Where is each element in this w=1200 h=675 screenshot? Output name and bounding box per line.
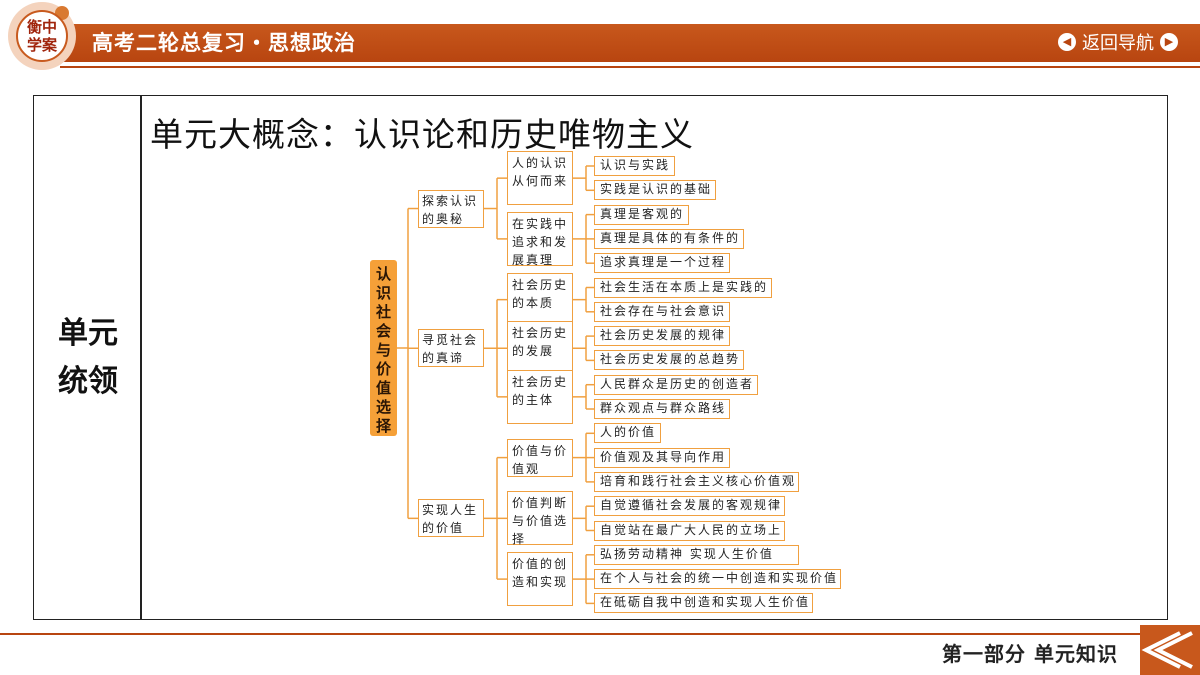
root-char: 与 bbox=[375, 341, 391, 359]
leaf-node: 群众观点与群众路线 bbox=[594, 399, 730, 419]
root-char: 认 bbox=[375, 265, 391, 283]
leaf-node: 实践是认识的基础 bbox=[594, 180, 716, 201]
leaf-node: 自觉站在最广大人民的立场上 bbox=[594, 520, 785, 541]
root-char: 会 bbox=[375, 322, 391, 340]
sub-topic-node: 价值与价值观 bbox=[507, 438, 573, 477]
leaf-node: 真理是客观的 bbox=[594, 204, 689, 225]
leaf-node: 社会历史发展的总趋势 bbox=[594, 350, 744, 371]
root-char: 社 bbox=[375, 303, 391, 321]
sub-topic-node: 社会历史的本质 bbox=[507, 272, 573, 327]
root-char: 识 bbox=[375, 284, 391, 302]
topic-node: 探索认识的奥秘 bbox=[418, 189, 484, 228]
leaf-node: 自觉遵循社会发展的客观规律 bbox=[594, 496, 785, 517]
leaf-node: 价值观及其导向作用 bbox=[594, 447, 730, 468]
footer-divider bbox=[0, 633, 1140, 635]
leaf-node: 在个人与社会的统一中创造和实现价值 bbox=[594, 569, 841, 590]
leaf-node: 人的价值 bbox=[594, 423, 661, 444]
sub-topic-node: 价值的创造和实现 bbox=[507, 552, 573, 607]
sub-topic-node: 人的认识从何而来 bbox=[507, 151, 573, 206]
leaf-node: 真理是具体的有条件的 bbox=[594, 228, 744, 249]
leaf-node: 追求真理是一个过程 bbox=[594, 253, 730, 274]
leaf-node: 培育和践行社会主义核心价值观 bbox=[594, 471, 799, 492]
leaf-node: 社会存在与社会意识 bbox=[594, 301, 730, 322]
sub-topic-node: 社会历史的发展 bbox=[507, 321, 573, 376]
back-arrow-icon[interactable] bbox=[1140, 625, 1200, 675]
mindmap-root: 认识社会与价值选择 bbox=[370, 260, 397, 436]
sub-topic-node: 社会历史的主体 bbox=[507, 369, 573, 424]
leaf-node: 人民群众是历史的创造者 bbox=[594, 374, 758, 395]
leaf-node: 社会生活在本质上是实践的 bbox=[594, 277, 772, 298]
root-char: 价 bbox=[375, 360, 391, 378]
leaf-node: 社会历史发展的规律 bbox=[594, 326, 730, 347]
sub-topic-node: 在实践中追求和发展真理 bbox=[507, 211, 573, 267]
leaf-node: 在砥砺自我中创造和实现人生价值 bbox=[594, 593, 813, 614]
root-char: 值 bbox=[375, 379, 391, 397]
root-char: 选 bbox=[375, 398, 391, 416]
topic-node: 寻觅社会的真谛 bbox=[418, 329, 484, 368]
root-char: 择 bbox=[375, 417, 391, 435]
leaf-node: 认识与实践 bbox=[594, 156, 675, 176]
leaf-node: 弘扬劳动精神 实现人生价值 bbox=[594, 544, 799, 565]
sub-topic-node: 价值判断与价值选择 bbox=[507, 491, 573, 546]
footer-section-label: 第一部分 单元知识 bbox=[942, 642, 1118, 666]
topic-node: 实现人生的价值 bbox=[418, 499, 484, 538]
